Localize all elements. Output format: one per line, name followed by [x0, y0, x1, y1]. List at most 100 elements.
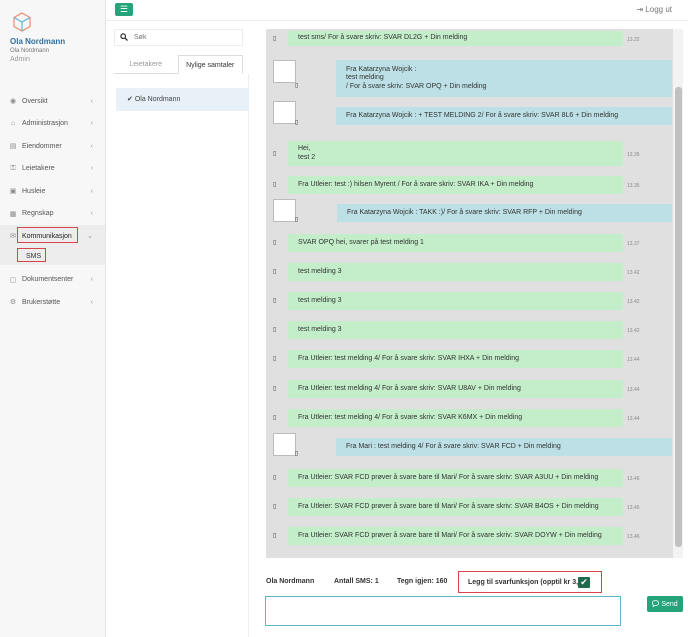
phone-icon: ▯ [295, 82, 299, 89]
avatar-placeholder [273, 101, 296, 124]
gear-icon: ⚙ [9, 299, 17, 307]
search-icon [120, 33, 128, 43]
conversation-tabs: Leietakere Nylige samtaler [114, 55, 243, 74]
chars-remaining: Tegn igjen: 160 [397, 578, 448, 585]
reply-function-checkbox[interactable]: ✔ [578, 577, 590, 588]
chevron-down-icon: ⌄ [87, 233, 93, 241]
search-input[interactable] [134, 31, 239, 44]
message-time: 13.32 [627, 36, 640, 43]
message-time: 13.35 [627, 151, 640, 158]
message-time: 13.44 [627, 357, 640, 363]
message-row: ▯ Fra Katarzyna Wojcik : + TEST MELDING 2… [266, 101, 673, 126]
message-time: 13.42 [627, 270, 640, 276]
sms-count: Antall SMS: 1 [334, 578, 379, 585]
scrollbar-thumb[interactable] [675, 87, 682, 547]
message-text-line: test melding 3 [298, 267, 342, 275]
phone-icon: ▯ [273, 533, 277, 539]
outgoing-message: Fra Utleier: test :) hilsen Myrent / For… [288, 176, 623, 194]
tab-nylige-samtaler[interactable]: Nylige samtaler [177, 55, 243, 74]
nav-item-dokumentsenter[interactable]: ▢ Dokumentsenter ‹ [0, 269, 105, 292]
logout-link[interactable]: ⇥ Logg ut [636, 5, 672, 14]
message-text-line: Fra Utleier: SVAR FCD prøver å svare bar… [298, 531, 602, 539]
message-row: ▯ 13.42 test melding 3 [266, 321, 673, 339]
message-text-line: test 2 [298, 153, 316, 161]
nav-label: Husleie [22, 187, 46, 195]
money-icon: ▣ [9, 188, 17, 196]
chevron-left-icon: ‹ [90, 187, 93, 195]
nav-item-administrasjon[interactable]: ⌂ Administrasjon ‹ [0, 113, 105, 136]
conversation-list: ✔ Ola Nordmann [114, 74, 249, 637]
search-box [114, 29, 243, 46]
phone-icon: ▯ [273, 386, 277, 392]
phone-icon: ▯ [273, 240, 277, 246]
message-row: ▯ Fra Katarzyna Wojcik : test melding / For… [266, 60, 673, 97]
nav-item-oversikt[interactable]: ◉ Oversikt ‹ [0, 90, 105, 113]
user-name[interactable]: Ola Nordmann [10, 37, 65, 46]
highlight-sms [17, 248, 46, 262]
message-text-line: Fra Utleier: test :) hilsen Myrent / For… [298, 180, 534, 188]
phone-icon: ▯ [295, 451, 299, 457]
message-thread[interactable]: ▯ 13.32 test sms/ For å svare skriv: SVAR … [266, 29, 673, 558]
nav-label: Dokumentsenter [22, 276, 74, 284]
bank-icon: ⌂ [10, 120, 16, 128]
logout-label: Logg ut [645, 5, 672, 14]
message-text-line: test melding [346, 74, 384, 82]
message-text-line: Fra Katarzyna Wojcik : + TEST MELDING 2/… [346, 111, 619, 119]
message-row: ▯ 13.35 Hei, test 2 [266, 141, 673, 166]
message-row: ▯ 13.46 Fra Utleier: SVAR FCD prøver å sva… [266, 527, 673, 545]
phone-icon: ▯ [273, 150, 277, 157]
message-text-line: test melding 3 [298, 325, 342, 333]
chevron-left-icon: ‹ [90, 210, 93, 218]
message-text-line: test sms/ For å svare skriv: SVAR DL2G +… [298, 34, 468, 42]
outgoing-message: Fra Utleier: test melding 4/ For å svare… [288, 380, 623, 398]
message-row: ▯ 13.44 Fra Utleier: test melding 4/ For å… [266, 350, 673, 368]
user-role: Admin [10, 56, 30, 63]
outgoing-message: test melding 3 [288, 263, 623, 281]
outgoing-message: SVAR OPQ hei, svarer på test melding 1 [288, 234, 623, 252]
outgoing-message: Fra Utleier: test melding 4/ For å svare… [288, 350, 623, 368]
message-text-line: Fra Mari : test melding 4/ For å svare s… [346, 442, 561, 450]
outgoing-message: Fra Utleier: SVAR FCD prøver å svare bar… [288, 527, 623, 545]
main-nav: ◉ Oversikt ‹ ⌂ Administrasjon ‹ ▤ Eiendo… [0, 90, 105, 314]
phone-icon: ▯ [273, 415, 277, 421]
nav-item-husleie[interactable]: ▣ Husleie ‹ [0, 180, 105, 203]
outgoing-message: Fra Utleier: SVAR FCD prøver å svare bar… [288, 469, 623, 487]
chevron-left-icon: ‹ [90, 276, 93, 284]
message-row: ▯ 13.46 Fra Utleier: SVAR FCD prøver å sva… [266, 469, 673, 487]
menu-toggle-button[interactable]: ☰ [115, 3, 133, 16]
chart-icon: ▦ [9, 210, 17, 218]
logo-cube-icon [13, 12, 31, 32]
message-row: ▯ 13.35 Fra Utleier: test :) hilsen Myrent… [266, 176, 673, 194]
message-time: 13.46 [627, 476, 640, 482]
message-text-line: Fra Katarzyna Wojcik : TAKK :)/ For å sv… [347, 208, 582, 216]
nav-item-leietakere[interactable]: ⚿ Leietakere ‹ [0, 158, 105, 181]
user-subname: Ola Nordmann [10, 48, 50, 54]
nav-item-brukerstotte[interactable]: ⚙ Brukerstøtte ‹ [0, 291, 105, 314]
message-text-line: SVAR OPQ hei, svarer på test melding 1 [298, 238, 424, 246]
message-input[interactable] [265, 596, 621, 626]
nav-label: Administrasjon [22, 120, 68, 128]
incoming-message: Fra Mari : test melding 4/ For å svare s… [336, 438, 672, 456]
outgoing-message: Fra Utleier: SVAR FCD prøver å svare bar… [288, 498, 623, 516]
nav-item-eiendommer[interactable]: ▤ Eiendommer ‹ [0, 135, 105, 158]
nav-subitem-sms[interactable]: SMS [0, 247, 105, 265]
reply-function-toggle[interactable]: Legg til svarfunksjon (opptil kr 3,-) ✔ [458, 571, 602, 593]
outgoing-message: Hei, test 2 [288, 141, 623, 166]
recipient-name: Ola Nordmann [266, 578, 315, 585]
message-row: ▯ 13.44 Fra Utleier: test melding 4/ For å… [266, 380, 673, 398]
conversation-name: Ola Nordmann [134, 96, 181, 103]
nav-item-regnskap[interactable]: ▦ Regnskap ‹ [0, 203, 105, 226]
phone-icon: ▯ [273, 269, 277, 275]
conversation-item[interactable]: ✔ Ola Nordmann [116, 88, 249, 111]
building-icon: ▤ [9, 143, 17, 151]
phone-icon: ▯ [273, 504, 277, 510]
message-text-line: Fra Utleier: test melding 4/ For å svare… [298, 354, 520, 362]
outgoing-message: test sms/ For å svare skriv: SVAR DL2G +… [288, 31, 623, 46]
message-text-line: Fra Utleier: SVAR FCD prøver å svare bar… [298, 473, 599, 481]
message-text-line: / For å svare skriv: SVAR OPQ + Din meld… [346, 82, 487, 90]
tab-leietakere[interactable]: Leietakere [114, 55, 178, 73]
phone-icon: ▯ [273, 35, 277, 42]
message-row: ▯ 13.42 test melding 3 [266, 263, 673, 281]
message-row: ▯ 13.46 Fra Utleier: SVAR FCD prøver å sva… [266, 498, 673, 516]
send-button[interactable]: Send [647, 596, 683, 612]
